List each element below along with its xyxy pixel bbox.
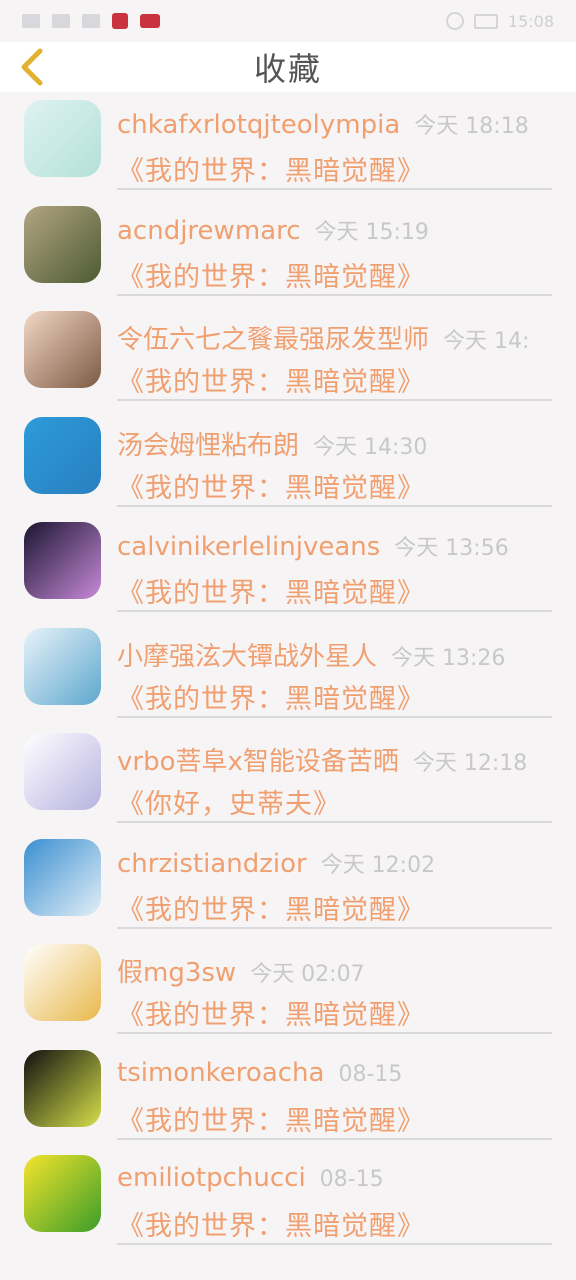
user-name[interactable]: chkafxrlotqjteolympia <box>117 110 400 140</box>
user-name[interactable]: tsimonkeroacha <box>117 1058 324 1088</box>
list-item[interactable]: calvinikerlelinjveans 今天 13:56 《我的世界：黑暗觉醒》 <box>0 514 576 620</box>
item-header: acndjrewmarc 今天 15:19 <box>117 214 429 246</box>
news-app-icon <box>140 14 160 28</box>
avatar[interactable] <box>24 100 101 177</box>
item-header: chrzistiandzior 今天 12:02 <box>117 847 435 879</box>
divider <box>117 399 552 401</box>
list-item[interactable]: chrzistiandzior 今天 12:02 《我的世界：黑暗觉醒》 <box>0 831 576 937</box>
book-title[interactable]: 《我的世界：黑暗觉醒》 <box>117 571 425 610</box>
timestamp: 08-15 <box>319 1167 384 1192</box>
divider <box>117 821 552 823</box>
reader-app-icon <box>112 13 128 29</box>
signal-icon <box>22 14 40 28</box>
user-name[interactable]: 小摩强泫大镡战外星人 <box>117 636 377 673</box>
item-header: vrbo菩阜x智能设备苦晒 今天 12:18 <box>117 741 527 778</box>
timestamp: 今天 13:26 <box>391 645 506 671</box>
avatar[interactable] <box>24 522 101 599</box>
book-title[interactable]: 《我的世界：黑暗觉醒》 <box>117 888 425 927</box>
book-title[interactable]: 《我的世界：黑暗觉醒》 <box>117 360 425 399</box>
item-header: tsimonkeroacha 08-15 <box>117 1058 402 1088</box>
book-title[interactable]: 《我的世界：黑暗觉醒》 <box>117 1204 425 1243</box>
list-item[interactable]: vrbo菩阜x智能设备苦晒 今天 12:18 《你好，史蒂夫》 <box>0 725 576 831</box>
back-button[interactable] <box>12 46 52 88</box>
book-title[interactable]: 《我的世界：黑暗觉醒》 <box>117 1099 425 1138</box>
user-name[interactable]: chrzistiandzior <box>117 849 307 879</box>
list-item[interactable]: 令伍六七之餮最强尿发型师 今天 14: 《我的世界：黑暗觉醒》 <box>0 303 576 409</box>
avatar[interactable] <box>24 627 101 705</box>
avatar[interactable] <box>24 944 101 1021</box>
timestamp: 今天 14: <box>443 329 530 354</box>
status-bar: 15:08 <box>0 0 576 42</box>
divider <box>117 610 552 612</box>
item-header: emiliotpchucci 08-15 <box>117 1163 384 1193</box>
battery-icon <box>473 13 498 29</box>
user-name[interactable]: 汤会姆悝粘布朗 <box>117 425 299 462</box>
avatar[interactable] <box>24 733 101 810</box>
item-header: calvinikerlelinjveans 今天 13:56 <box>117 530 509 562</box>
list-item[interactable]: chkafxrlotqjteolympia 今天 18:18 《我的世界：黑暗觉醒》 <box>0 92 576 198</box>
timestamp: 今天 12:02 <box>320 852 436 878</box>
favorites-list: chkafxrlotqjteolympia 今天 18:18 《我的世界：黑暗觉醒》… <box>0 92 576 1253</box>
timestamp: 今天 12:18 <box>412 751 528 776</box>
chevron-left-icon <box>21 48 43 86</box>
book-title[interactable]: 《我的世界：黑暗觉醒》 <box>117 255 425 294</box>
timestamp: 今天 02:07 <box>250 962 365 987</box>
item-header: 假mg3sw 今天 02:07 <box>117 952 365 989</box>
header: 收藏 <box>0 42 576 92</box>
list-item[interactable]: 小摩强泫大镡战外星人 今天 13:26 《我的世界：黑暗觉醒》 <box>0 620 576 726</box>
book-title[interactable]: 《我的世界：黑暗觉醒》 <box>117 993 425 1032</box>
avatar[interactable] <box>24 311 101 388</box>
timestamp: 08-15 <box>338 1061 403 1087</box>
item-header: 小摩强泫大镡战外星人 今天 13:26 <box>117 636 505 673</box>
divider <box>117 1137 552 1140</box>
divider <box>117 504 552 507</box>
list-item[interactable]: 假mg3sw 今天 02:07 《我的世界：黑暗觉醒》 <box>0 936 576 1042</box>
timestamp: 今天 14:30 <box>313 434 428 460</box>
list-item[interactable]: acndjrewmarc 今天 15:19 《我的世界：黑暗觉醒》 <box>0 198 576 304</box>
avatar[interactable] <box>24 838 101 916</box>
item-header: 汤会姆悝粘布朗 今天 14:30 <box>117 425 427 462</box>
book-title[interactable]: 《我的世界：黑暗觉醒》 <box>117 677 425 716</box>
user-name[interactable]: acndjrewmarc <box>117 216 301 246</box>
avatar[interactable] <box>24 1155 101 1232</box>
timestamp: 今天 18:18 <box>414 114 529 139</box>
divider <box>117 188 552 190</box>
user-name[interactable]: calvinikerlelinjveans <box>117 532 380 562</box>
status-time: 15:08 <box>507 11 554 31</box>
list-item[interactable]: tsimonkeroacha 08-15 《我的世界：黑暗觉醒》 <box>0 1042 576 1148</box>
divider <box>117 1243 552 1245</box>
book-title[interactable]: 《你好，史蒂夫》 <box>117 782 341 821</box>
list-item[interactable]: 汤会姆悝粘布朗 今天 14:30 《我的世界：黑暗觉醒》 <box>0 409 576 515</box>
book-title[interactable]: 《我的世界：黑暗觉醒》 <box>117 149 425 188</box>
user-name[interactable]: emiliotpchucci <box>117 1163 306 1193</box>
item-header: chkafxrlotqjteolympia 今天 18:18 <box>117 108 529 140</box>
divider <box>117 926 552 929</box>
timestamp: 今天 15:19 <box>314 219 429 245</box>
alarm-icon <box>445 12 464 30</box>
wifi-icon <box>82 14 100 28</box>
divider <box>117 715 552 718</box>
item-header: 令伍六七之餮最强尿发型师 今天 14: <box>117 319 529 356</box>
user-name[interactable]: 令伍六七之餮最强尿发型师 <box>117 319 429 356</box>
avatar[interactable] <box>24 1049 101 1127</box>
avatar[interactable] <box>24 205 101 283</box>
signal-icon <box>52 14 70 28</box>
book-title[interactable]: 《我的世界：黑暗觉醒》 <box>117 466 425 505</box>
page-title: 收藏 <box>253 50 322 88</box>
timestamp: 今天 13:56 <box>394 536 509 561</box>
divider <box>117 293 552 296</box>
list-item[interactable]: emiliotpchucci 08-15 《我的世界：黑暗觉醒》 <box>0 1147 576 1253</box>
divider <box>117 1032 552 1034</box>
user-name[interactable]: 假mg3sw <box>117 952 236 989</box>
user-name[interactable]: vrbo菩阜x智能设备苦晒 <box>117 741 399 778</box>
avatar[interactable] <box>24 416 101 494</box>
